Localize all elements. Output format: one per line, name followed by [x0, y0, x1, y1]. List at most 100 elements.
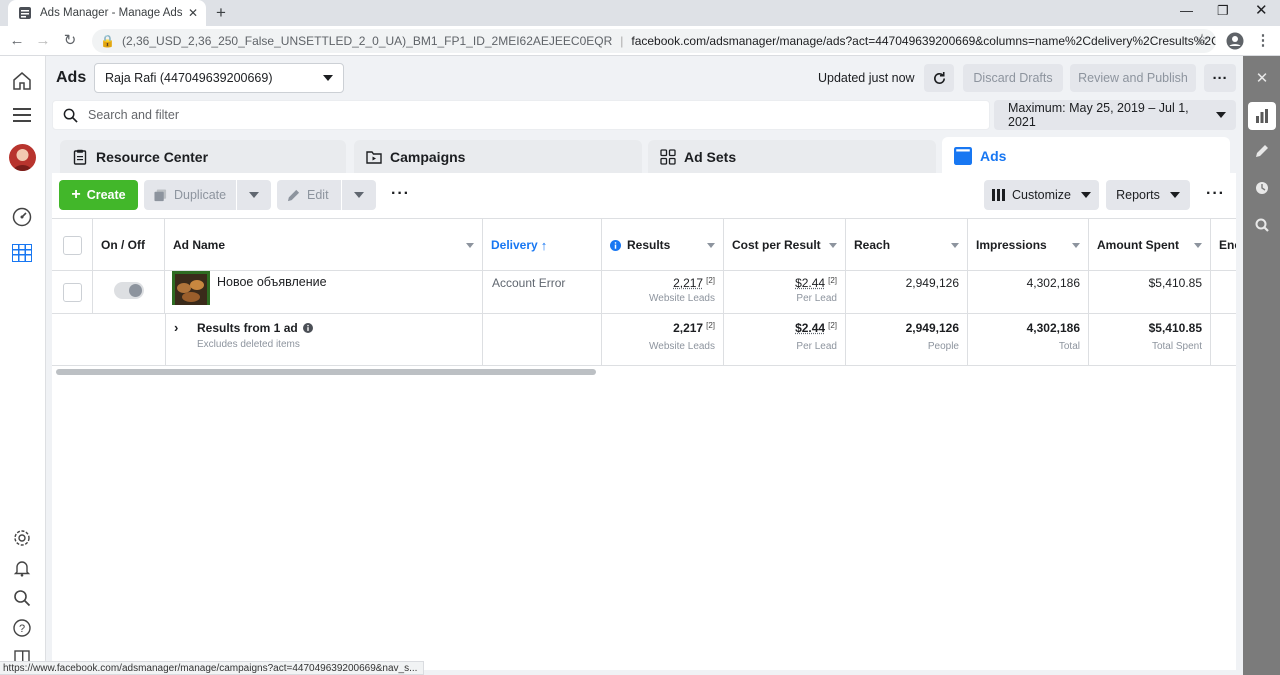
expand-chevron-icon[interactable]: ›: [174, 320, 178, 335]
toolbar-more-icon[interactable]: ···: [391, 185, 410, 203]
ad-name-link[interactable]: Новое объявление: [217, 275, 327, 289]
results-value[interactable]: 2,217: [673, 276, 703, 290]
search-icon: [63, 108, 78, 123]
tab-ads[interactable]: Ads: [942, 137, 1230, 174]
pencil-icon[interactable]: [1251, 140, 1273, 162]
duplicate-dropdown[interactable]: [237, 192, 271, 198]
reports-button[interactable]: Reports: [1106, 180, 1190, 210]
ad-icon: [954, 146, 972, 165]
date-range-picker[interactable]: Maximum: May 25, 2019 – Jul 1, 2021: [994, 100, 1236, 130]
column-header-onoff[interactable]: On / Off: [93, 219, 165, 271]
new-tab-icon[interactable]: +: [216, 3, 226, 23]
create-button[interactable]: + Create: [59, 180, 138, 210]
clipboard-icon: [73, 149, 87, 165]
sort-caret-icon: [829, 242, 837, 248]
tab-campaigns[interactable]: Campaigns: [354, 140, 642, 174]
back-icon[interactable]: ←: [8, 32, 26, 50]
tab-label: Ad Sets: [684, 149, 737, 165]
summary-spacer: [52, 314, 165, 365]
refresh-button[interactable]: [924, 64, 954, 92]
search-input[interactable]: [88, 108, 688, 122]
profile-icon[interactable]: [1226, 32, 1244, 50]
column-header-ends[interactable]: Enc: [1211, 219, 1236, 271]
omnibox-separator: |: [620, 34, 624, 48]
row-checkbox[interactable]: [63, 283, 82, 302]
more-options-icon[interactable]: ···: [1204, 64, 1236, 92]
account-selector[interactable]: Raja Rafi (447049639200669): [94, 63, 344, 93]
restore-icon[interactable]: ❐: [1217, 3, 1229, 19]
close-tab-icon[interactable]: ✕: [186, 6, 200, 20]
omnibox[interactable]: 🔒 (2,36_USD_2,36_250_False_UNSETTLED_2_0…: [92, 29, 1216, 53]
column-header-amount-spent[interactable]: Amount Spent: [1089, 219, 1211, 271]
help-icon[interactable]: ?: [11, 617, 33, 639]
plus-icon: +: [71, 186, 81, 203]
ad-thumbnail[interactable]: [172, 271, 210, 309]
menu-icon[interactable]: [11, 104, 33, 126]
discard-drafts-button[interactable]: Discard Drafts: [963, 64, 1063, 92]
summary-subtext: Excludes deleted items: [197, 339, 300, 350]
column-header-ad-name[interactable]: Ad Name: [165, 219, 483, 271]
chart-icon[interactable]: [1248, 102, 1276, 130]
forward-icon[interactable]: →: [34, 32, 52, 50]
browser-tab[interactable]: Ads Manager - Manage Ads - Ac ✕: [8, 0, 206, 26]
edit-button-group: Edit: [277, 180, 376, 210]
avatar[interactable]: [9, 144, 36, 171]
summary-name-cell: › Results from 1 ad Excludes deleted ite…: [165, 314, 483, 365]
select-all-checkbox[interactable]: [62, 235, 82, 255]
tab-resource-center[interactable]: Resource Center: [60, 140, 346, 174]
folder-icon: [366, 151, 382, 164]
settings-gear-icon[interactable]: [11, 527, 33, 549]
search-icon[interactable]: [11, 587, 33, 609]
summary-impressions-value: 4,302,186: [1026, 321, 1080, 335]
edit-dropdown[interactable]: [342, 192, 376, 198]
close-panel-icon[interactable]: ✕: [1251, 67, 1273, 89]
column-header-delivery[interactable]: Delivery ↑: [483, 219, 602, 271]
amount-spent-cell: $5,410.85: [1089, 271, 1211, 313]
chevron-down-icon: [323, 75, 333, 81]
home-icon[interactable]: [11, 70, 33, 92]
review-publish-button[interactable]: Review and Publish: [1070, 64, 1196, 92]
footnote: [2]: [706, 321, 715, 330]
date-range-label: Maximum: May 25, 2019 – Jul 1, 2021: [1008, 101, 1189, 129]
column-label: Results: [627, 238, 671, 252]
bookmark-star-icon[interactable]: ☆: [1193, 32, 1211, 50]
column-header-reach[interactable]: Reach: [846, 219, 968, 271]
browser-menu-icon[interactable]: ⋮: [1254, 32, 1272, 50]
column-label: Enc: [1219, 238, 1236, 252]
reload-icon[interactable]: ↻: [61, 32, 79, 50]
customize-button[interactable]: Customize: [984, 180, 1099, 210]
duplicate-button[interactable]: Duplicate: [144, 188, 236, 202]
impressions-cell: 4,302,186: [968, 271, 1089, 313]
summary-impressions-subtext: Total: [1058, 341, 1080, 352]
cost-per-result-value[interactable]: $2.44: [795, 276, 825, 290]
info-icon[interactable]: [302, 323, 313, 333]
tab-label: Campaigns: [390, 149, 466, 165]
minimize-icon[interactable]: —: [1180, 3, 1193, 18]
footnote: [2]: [828, 276, 837, 285]
table-row[interactable]: Новое объявление Account Error 2,217 [2] …: [52, 271, 1236, 314]
ads-manager-table-icon[interactable]: [11, 242, 33, 264]
close-window-icon[interactable]: ✕: [1255, 1, 1268, 19]
column-header-results[interactable]: Results: [602, 219, 724, 271]
ad-toggle[interactable]: [114, 282, 144, 299]
history-clock-icon[interactable]: [1251, 177, 1273, 199]
pencil-icon: [287, 189, 300, 201]
lock-icon: 🔒: [100, 34, 115, 48]
url-text: facebook.com/adsmanager/manage/ads?act=4…: [631, 34, 1216, 48]
notifications-bell-icon[interactable]: [11, 557, 33, 579]
edit-button[interactable]: Edit: [277, 188, 341, 202]
horizontal-scrollbar[interactable]: [56, 369, 596, 375]
column-header-impressions[interactable]: Impressions: [968, 219, 1089, 271]
tab-ad-sets[interactable]: Ad Sets: [648, 140, 936, 174]
chevron-down-icon: [1169, 192, 1180, 198]
search-bar[interactable]: [52, 100, 990, 130]
status-bar-url: https://www.facebook.com/adsmanager/mana…: [0, 661, 424, 675]
summary-cpr-value[interactable]: $2.44: [795, 321, 825, 335]
inspect-icon[interactable]: [1251, 214, 1273, 236]
results-subtext: Website Leads: [649, 293, 715, 304]
column-label: On / Off: [101, 238, 145, 252]
dashboard-gauge-icon[interactable]: [11, 206, 33, 228]
column-header-cost-per-result[interactable]: Cost per Result: [724, 219, 846, 271]
table-more-icon[interactable]: ···: [1206, 185, 1225, 203]
summary-results-value: 2,217: [673, 321, 704, 335]
